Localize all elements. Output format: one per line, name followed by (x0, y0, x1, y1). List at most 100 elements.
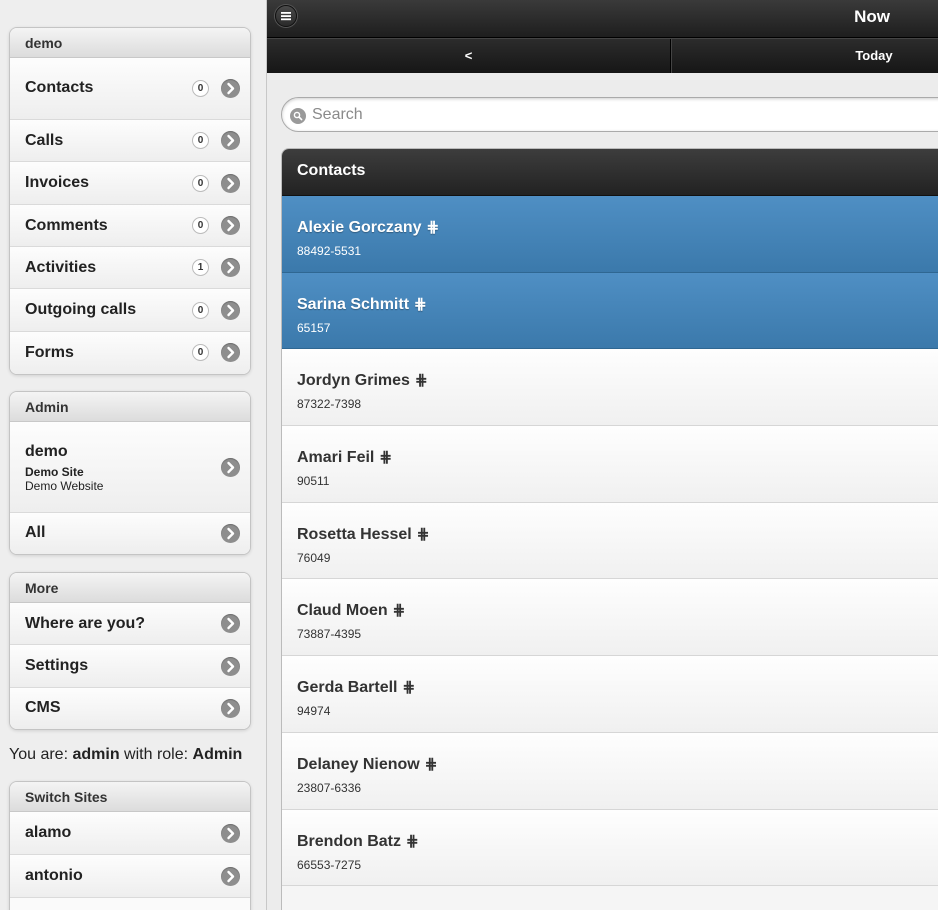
count-badge: 1 (192, 259, 209, 276)
user-role-text: You are: admin with role: Admin (9, 746, 242, 764)
sidebar-item-current-site[interactable]: demo Demo Site Demo Website (10, 422, 250, 513)
contact-phone: 88492-5531 (297, 244, 362, 258)
contact-name-text: Sarina Schmitt (297, 295, 410, 313)
chevron-right-icon (221, 657, 240, 676)
contact-row[interactable]: Sarina Schmitt ⋕ 65157 (282, 272, 938, 350)
hash-icon: ⋕ (424, 755, 438, 773)
sidebar: demo Contacts 0 Calls 0 Invoices 0 Comme… (0, 0, 267, 910)
chevron-right-icon (221, 867, 240, 886)
nav-group-admin: Admin demo Demo Site Demo Website All (9, 391, 251, 555)
chevron-right-icon (221, 258, 240, 277)
chevron-right-icon (221, 216, 240, 235)
contact-phone: 23807-6336 (297, 780, 362, 795)
sidebar-item-calls[interactable]: Calls 0 (10, 120, 250, 162)
sidebar-item-cms[interactable]: CMS (10, 688, 250, 729)
chevron-right-icon (221, 699, 240, 718)
contact-phone: 73887-4395 (297, 627, 362, 642)
search-input[interactable] (312, 104, 912, 126)
contact-name-text: Claud Moen (297, 602, 388, 620)
contact-name-text: Gerda Bartell (297, 679, 398, 697)
sidebar-item-where-are-you[interactable]: Where are you? (10, 603, 250, 645)
contact-row[interactable]: Amari Feil ⋕ 90511 (282, 426, 938, 503)
contact-row[interactable]: Gerda Bartell ⋕ 94974 (282, 656, 938, 733)
contact-phone: 87322-7398 (297, 397, 362, 412)
role-prefix: You are: (9, 746, 73, 763)
contact-row[interactable]: Alexie Gorczany ⋕ 88492-5531 (282, 196, 938, 273)
hash-icon: ⋕ (414, 372, 428, 390)
contact-name: Brendon Batz ⋕ (297, 832, 419, 851)
contact-row[interactable]: Delaney Nienow ⋕ 23807-6336 (282, 732, 938, 810)
contact-name-text: Jordyn Grimes (297, 372, 410, 390)
chevron-right-icon (221, 131, 240, 150)
contact-name: Amari Feil ⋕ (297, 448, 392, 467)
site-subtitle: Demo Website (25, 479, 104, 493)
hash-icon: ⋕ (379, 449, 392, 467)
count-badge: 0 (192, 132, 209, 149)
contact-name: Alexie Gorczany ⋕ (297, 218, 439, 237)
contact-phone: 65157 (297, 320, 331, 335)
header-bar: Now (267, 0, 938, 38)
site-name: demo (25, 443, 68, 460)
hash-icon: ⋕ (392, 602, 406, 620)
hash-icon: ⋕ (402, 679, 416, 697)
contact-name-text: Rosetta Hessel (297, 525, 412, 543)
chevron-right-icon (221, 614, 240, 633)
contact-name: Claud Moen ⋕ (297, 601, 405, 620)
today-button[interactable]: Today (672, 39, 938, 73)
chevron-right-icon (221, 174, 240, 193)
hash-icon: ⋕ (416, 525, 430, 543)
sidebar-item-forms[interactable]: Forms 0 (10, 332, 250, 374)
count-badge: 0 (192, 302, 209, 319)
sidebar-item-label: Contacts (25, 79, 94, 96)
hash-icon: ⋕ (414, 295, 427, 313)
contact-phone: 94974 (297, 704, 331, 719)
sidebar-item-outgoing-calls[interactable]: Outgoing calls 0 (10, 289, 250, 332)
sidebar-item-label: Calls (25, 132, 64, 149)
sidebar-item-comments[interactable]: Comments 0 (10, 205, 250, 247)
contact-name: Sarina Schmitt ⋕ (297, 295, 427, 314)
role-name: Admin (192, 746, 243, 763)
nav-group-title: Switch Sites (10, 782, 250, 812)
contact-row[interactable]: Claud Moen ⋕ 73887-4395 (282, 579, 938, 657)
nav-group-demo: demo Contacts 0 Calls 0 Invoices 0 Comme… (9, 27, 251, 375)
sidebar-item-label: Comments (25, 217, 108, 234)
list-title: Contacts (282, 149, 938, 196)
sidebar-item-activities[interactable]: Activities 1 (10, 247, 250, 289)
chevron-right-icon (221, 343, 240, 362)
menu-button[interactable] (275, 5, 297, 27)
contact-name-text: Amari Feil (297, 449, 375, 467)
count-badge: 0 (192, 344, 209, 361)
nav-group-title: More (10, 573, 250, 603)
sidebar-item-contacts[interactable]: Contacts 0 (10, 58, 250, 120)
count-badge: 0 (192, 217, 209, 234)
search-icon (290, 108, 306, 124)
chevron-right-icon (221, 79, 240, 98)
nav-group-more: More Where are you? Settings CMS (9, 572, 251, 730)
contact-phone: 76049 (297, 550, 331, 565)
sidebar-item-site-alamo[interactable]: alamo (10, 812, 250, 855)
contact-name: Jordyn Grimes ⋕ (297, 371, 428, 390)
sidebar-item-all[interactable]: All (10, 513, 250, 554)
nav-group-title: Admin (10, 392, 250, 422)
sidebar-item-label: Settings (25, 657, 89, 674)
contact-phone: 66553-7275 (297, 857, 362, 872)
contact-row[interactable]: Jordyn Grimes ⋕ 87322-7398 (282, 349, 938, 427)
contact-phone: 90511 (297, 474, 330, 489)
contact-row[interactable]: Rosetta Hessel ⋕ 76049 (282, 502, 938, 580)
sidebar-item-settings[interactable]: Settings (10, 645, 250, 688)
sidebar-item-label: alamo (25, 824, 72, 841)
sidebar-item-site-antonio[interactable]: antonio (10, 855, 250, 898)
contact-name: Rosetta Hessel ⋕ (297, 525, 429, 544)
hamburger-icon (281, 12, 291, 21)
previous-button[interactable]: < (267, 39, 671, 73)
role-middle: with role: (119, 746, 193, 763)
page-title: Now (854, 7, 890, 26)
username: admin (72, 746, 120, 763)
contact-name: Gerda Bartell ⋕ (297, 678, 415, 697)
contact-row[interactable]: Brendon Batz ⋕ 66553-7275 (282, 809, 938, 887)
sidebar-item-label: Forms (25, 344, 74, 361)
sidebar-item-label: Where are you? (25, 615, 146, 632)
sidebar-item-invoices[interactable]: Invoices 0 (10, 162, 250, 205)
site-title: Demo Site (25, 465, 84, 479)
count-badge: 0 (192, 175, 209, 192)
